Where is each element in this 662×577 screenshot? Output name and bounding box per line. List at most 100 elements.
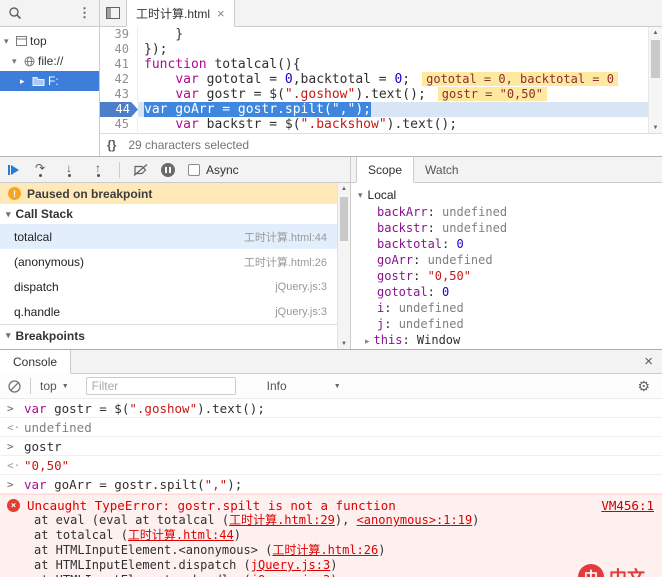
scope-variable[interactable]: gostr: "0,50" [351,268,662,284]
stack-trace-link[interactable]: 工时计算.html:29 [229,513,335,527]
call-stack-list: totalcal 工时计算.html:44 (anonymous) 工时计算.html… [0,224,350,324]
chevron-right-icon[interactable]: ▸ [20,76,29,87]
code-text[interactable]: var gototal = 0,backtotal = 0; gototal = … [138,72,648,87]
step-out-button[interactable]: ↑ [90,162,106,177]
scope-section-local[interactable]: ▾ Local [351,186,662,204]
scope-variable[interactable]: gototal: 0 [351,284,662,300]
scope-section-title: Local [367,188,397,202]
filter-input[interactable] [85,377,236,395]
tab-scope[interactable]: Scope [356,157,415,183]
scroll-up-icon[interactable]: ▲ [649,27,662,38]
expand-icon[interactable]: ▸ [365,336,370,346]
variable-value: undefined [427,253,493,267]
tree-item-top[interactable]: ▾ top [0,31,99,51]
clear-console-icon[interactable] [8,379,21,393]
line-number[interactable]: 43 [100,87,138,102]
breakpoints-header[interactable]: ▾ Breakpoints [0,324,337,346]
code-token: ) [330,558,338,572]
call-stack-frame[interactable]: dispatch jQuery.js:3 [0,274,337,299]
stack-trace-link[interactable]: 工时计算.html:44 [128,528,234,542]
frame-location: 工时计算.html:26 [243,256,327,269]
line-number[interactable]: 41 [100,57,138,72]
stack-trace-link[interactable]: jQuery.js:3 [251,558,330,572]
scroll-down-icon[interactable]: ▼ [649,122,662,133]
search-icon[interactable] [8,6,22,20]
async-checkbox[interactable] [188,163,200,176]
scope-variable[interactable]: backstr: undefined [351,220,662,236]
scroll-up-icon[interactable]: ▲ [338,183,350,194]
context-selector[interactable]: top ▼ [40,379,69,393]
code-token: ".backshow" [300,117,387,132]
close-tab-icon[interactable]: × [217,6,225,21]
log-level-selector[interactable]: Info ▼ [267,379,341,393]
deactivate-breakpoints-button[interactable] [133,163,148,177]
close-console-icon[interactable]: × [635,350,662,373]
variable-value: undefined [398,301,464,315]
chevron-down-icon[interactable]: ▾ [4,36,13,47]
code-token: function [144,57,207,72]
site-watermark: 中 中文 [578,564,645,577]
scope-variable[interactable]: backArr: undefined [351,204,662,220]
chevron-down-icon: ▼ [61,382,69,390]
call-stack-frame[interactable]: totalcal 工时计算.html:44 [0,224,337,249]
call-stack-title: Call Stack [15,207,73,221]
code-line: 42 var gototal = 0,backtotal = 0; gototal… [100,72,648,87]
code-text[interactable]: var gostr = $(".goshow").text(); gostr = … [138,87,648,102]
gear-icon[interactable]: ⚙ [637,378,654,395]
breakpoint-marker[interactable]: 44 [100,102,138,117]
stack-trace-link[interactable]: jQuery.js:3 [251,573,330,577]
scope-variable[interactable]: j: undefined [351,316,662,332]
code-text[interactable]: }); [138,42,648,57]
kebab-menu-icon[interactable]: ⋮ [78,5,91,21]
console-result-row[interactable]: <· "0,50" [0,456,662,475]
error-source-link[interactable]: VM456:1 [601,498,654,513]
tab-watch[interactable]: Watch [414,157,470,182]
code-text[interactable]: var backstr = $(".backshow").text(); [138,117,648,132]
line-number[interactable]: 42 [100,72,138,87]
code-text[interactable]: function totalcal(){ [138,57,648,72]
code-token: ).text(); [355,87,426,102]
line-number[interactable]: 40 [100,42,138,57]
console-input-row[interactable]: > var gostr = $(".goshow").text(); [0,399,662,418]
code-token: gostr = $( [198,87,285,102]
line-number[interactable]: 45 [100,117,138,132]
step-over-button[interactable]: ↷ [32,162,48,177]
tab-console[interactable]: Console [0,350,72,374]
navigator-panel: ⋮ ▾ top ▾ file:// ▸ F: [0,0,100,156]
editor-tab[interactable]: 工时计算.html × [126,0,235,27]
console-result-row[interactable]: <· undefined [0,418,662,437]
pretty-print-button[interactable]: {} [107,138,116,152]
separator: : [427,285,443,299]
stack-trace-link[interactable]: 工时计算.html:26 [272,543,378,557]
call-stack-header[interactable]: ▾ Call Stack [0,204,337,224]
tree-item-file-protocol[interactable]: ▾ file:// [0,51,99,71]
call-stack-frame[interactable]: (anonymous) 工时计算.html:26 [0,249,337,274]
sidebar-scrollbar[interactable]: ▲ ▼ [337,183,350,349]
scope-variable[interactable]: goArr: undefined [351,252,662,268]
tree-item-folder-f[interactable]: ▸ F: [0,71,99,91]
resume-button[interactable] [8,164,19,175]
code-text[interactable]: } [138,27,648,42]
code-area[interactable]: 39 } 40}); 41 function totalcal(){42 var go… [100,27,648,133]
step-into-button[interactable]: ↓ [61,162,77,177]
toggle-navigator-button[interactable] [100,0,126,26]
pause-on-exceptions-button[interactable] [161,162,175,177]
scope-variable[interactable]: ▸ this: Window [351,332,662,349]
scrollbar-thumb[interactable] [651,40,660,78]
watermark-label: 中文 [609,564,645,577]
line-number[interactable]: 39 [100,27,138,42]
scope-variable[interactable]: backtotal: 0 [351,236,662,252]
scope-variable[interactable]: i: undefined [351,300,662,316]
chevron-down-icon[interactable]: ▾ [12,56,21,67]
stack-trace-link[interactable]: <anonymous>:1:19 [357,513,473,527]
scrollbar-thumb[interactable] [340,197,348,241]
debugger-sidebar: ↷ ↓ ↑ Async ! Paused on breakpoint ▾ Cal… [0,157,350,349]
console-input-row[interactable]: > gostr [0,437,662,456]
editor-scrollbar[interactable]: ▲ ▼ [648,27,662,133]
console-input-chevron-icon: > [7,477,14,491]
editor-statusbar: {} 29 characters selected [100,133,662,156]
scroll-down-icon[interactable]: ▼ [338,338,350,349]
call-stack-frame[interactable]: q.handle jQuery.js:3 [0,299,337,324]
console-input-row[interactable]: > var goArr = gostr.spilt(","); [0,475,662,494]
code-text[interactable]: var goArr = gostr.spilt(","); [138,102,648,117]
